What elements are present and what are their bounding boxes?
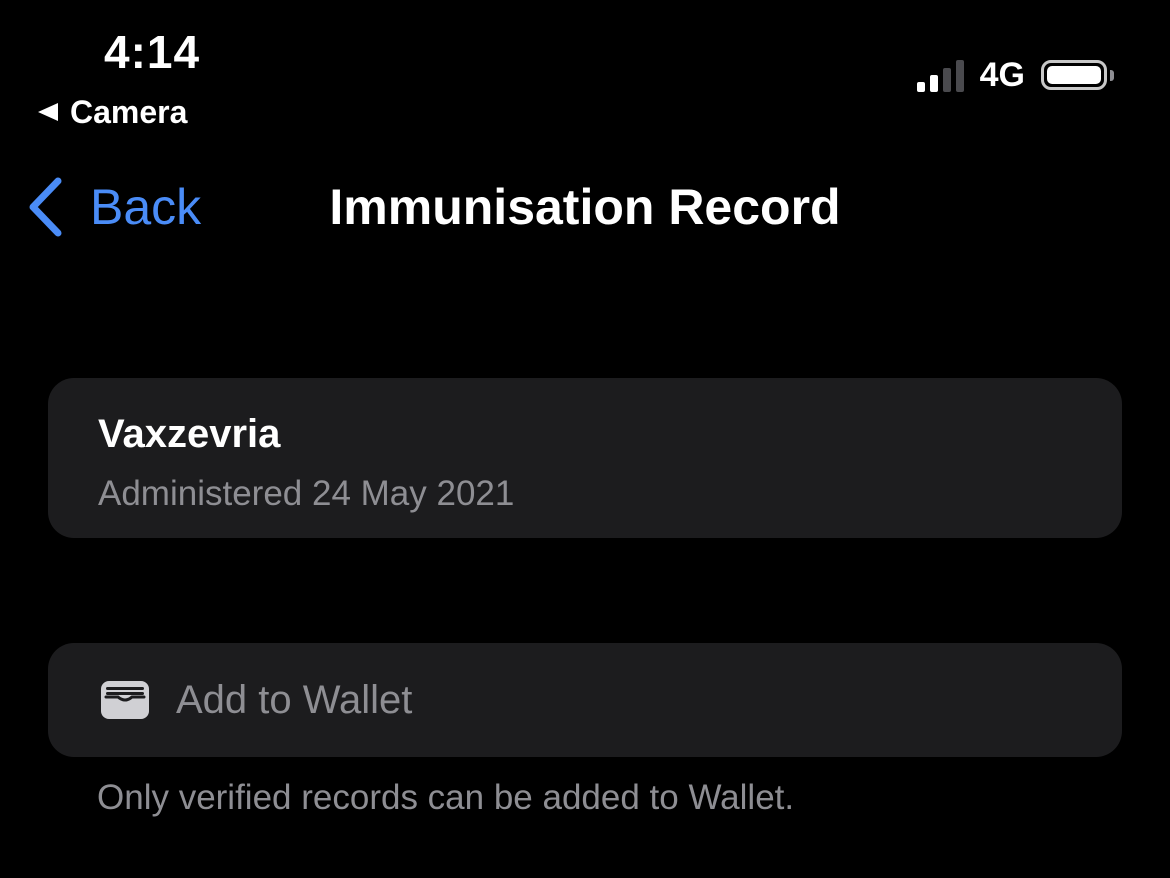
- wallet-footnote: Only verified records can be added to Wa…: [97, 778, 795, 817]
- return-arrow-icon: [38, 103, 58, 121]
- vaccine-name: Vaxzevria: [98, 412, 281, 456]
- wallet-icon: [101, 681, 149, 719]
- return-app-label: Camera: [70, 93, 188, 130]
- add-to-wallet-label: Add to Wallet: [176, 677, 413, 722]
- status-indicators: 4G: [916, 54, 1114, 96]
- return-to-app-button[interactable]: Camera: [38, 92, 187, 132]
- signal-bar: [929, 75, 938, 92]
- immunisation-record-card: Vaxzevria Administered 24 May 2021: [48, 378, 1122, 538]
- chevron-left-icon: [29, 177, 62, 237]
- status-time: 4:14: [104, 26, 201, 78]
- signal-bar: [916, 82, 925, 92]
- signal-bar: [942, 68, 951, 92]
- administered-date: Administered 24 May 2021: [98, 474, 515, 513]
- cellular-signal-icon: [916, 58, 964, 92]
- battery-level: [1047, 66, 1101, 84]
- back-label: Back: [90, 179, 202, 235]
- battery-icon: [1041, 60, 1107, 90]
- add-to-wallet-button[interactable]: Add to Wallet: [48, 643, 1122, 757]
- battery-cap: [1110, 69, 1114, 81]
- back-button[interactable]: Back: [28, 176, 201, 238]
- network-type-label: 4G: [979, 55, 1025, 94]
- signal-bar: [955, 60, 964, 92]
